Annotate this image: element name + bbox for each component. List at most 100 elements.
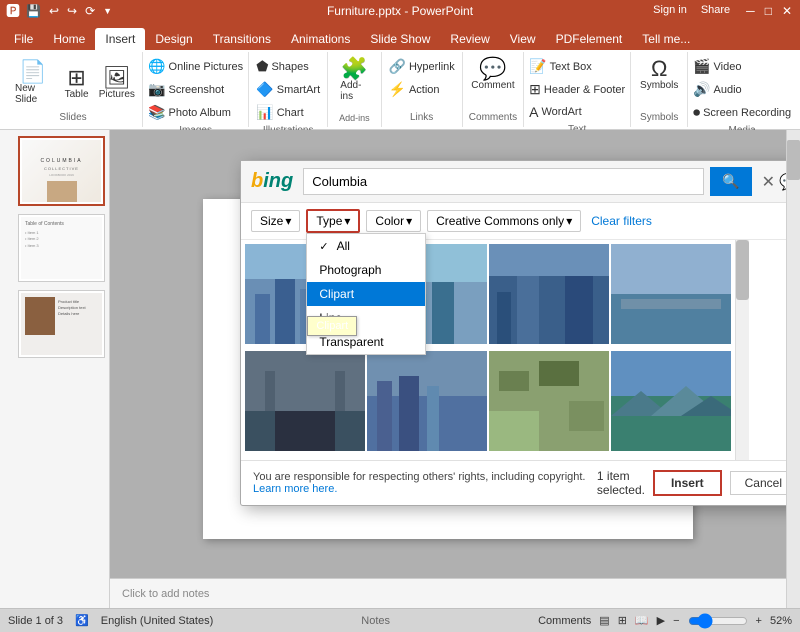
symbols-button[interactable]: Ω Symbols xyxy=(636,56,682,93)
zoom-slider[interactable] xyxy=(688,613,748,629)
text-buttons: 📝 Text Box ⊞ Header & Footer A WordArt xyxy=(525,56,629,122)
comment-button[interactable]: 💬 Comment xyxy=(467,56,518,93)
ribbon-group-media: 🎬 Video 🔊 Audio ⏺ Screen Recording Media xyxy=(688,52,796,127)
bing-image-6[interactable] xyxy=(367,351,487,451)
notes-tab[interactable]: Notes xyxy=(361,615,390,627)
type-option-clipart[interactable]: Clipart Clipart xyxy=(307,282,425,306)
addins-group-label: Add-ins xyxy=(339,111,370,123)
notes-area[interactable]: Click to add notes xyxy=(110,578,786,608)
cancel-button[interactable]: Cancel xyxy=(730,471,786,495)
color-filter-button[interactable]: Color ▾ xyxy=(366,210,421,232)
bing-chat-icon[interactable]: 💬 xyxy=(779,172,786,192)
ribbon-group-addins: 🧩 Add-ins Add-ins xyxy=(328,52,381,127)
bing-image-5[interactable] xyxy=(245,351,365,451)
ribbon-group-text: 📝 Text Box ⊞ Header & Footer A WordArt T… xyxy=(524,52,631,127)
slide-thumb-wrapper-2[interactable]: 2 Table of Contents • Item 1• Item 2• It… xyxy=(4,214,105,282)
view-slideshow-icon[interactable]: ▶ xyxy=(657,614,665,627)
pictures-button[interactable]: 🖼 Pictures xyxy=(99,65,136,102)
smartart-icon: 🔷 xyxy=(256,81,273,98)
undo-icon[interactable]: ↩ xyxy=(47,4,61,18)
app-area: 1 COLUMBIA COLLECTIVE LOOKBOOK 2019 2 xyxy=(0,130,800,608)
hyperlink-button[interactable]: 🔗 Hyperlink xyxy=(385,56,459,77)
redo-icon[interactable]: ↪ xyxy=(65,4,79,18)
images-buttons: 🌐 Online Pictures 📷 Screenshot 📚 Photo A… xyxy=(144,56,247,123)
minimize-btn[interactable]: ─ xyxy=(744,4,757,18)
comments-tab[interactable]: Comments xyxy=(538,615,591,627)
type-option-all[interactable]: All xyxy=(307,234,425,258)
cc-chevron-icon: ▾ xyxy=(566,214,572,228)
tab-tell-me[interactable]: Tell me... xyxy=(632,28,700,50)
textbox-button[interactable]: 📝 Text Box xyxy=(525,56,629,77)
learn-more-link[interactable]: Learn more here. xyxy=(253,483,337,495)
clear-filters-link[interactable]: Clear filters xyxy=(591,214,652,228)
online-pictures-button[interactable]: 🌐 Online Pictures xyxy=(144,56,247,77)
bing-search-button[interactable]: 🔍 xyxy=(710,167,751,196)
video-icon: 🎬 xyxy=(693,58,710,75)
cc-filter-button[interactable]: Creative Commons only ▾ xyxy=(427,210,581,232)
insert-button[interactable]: Insert xyxy=(653,470,722,496)
bing-image-5-content xyxy=(245,351,365,451)
addins-button[interactable]: 🧩 Add-ins xyxy=(336,56,372,104)
shapes-button[interactable]: ⬟ Shapes xyxy=(252,56,324,77)
video-button[interactable]: 🎬 Video xyxy=(689,56,795,77)
bing-scrollbar[interactable] xyxy=(735,240,749,460)
main-scrollbar[interactable] xyxy=(786,130,800,608)
view-reading-icon[interactable]: 📖 xyxy=(635,614,649,627)
tab-view[interactable]: View xyxy=(500,28,546,50)
tab-transitions[interactable]: Transitions xyxy=(203,28,281,50)
header-footer-button[interactable]: ⊞ Header & Footer xyxy=(525,79,629,100)
type-option-photograph[interactable]: Photograph xyxy=(307,258,425,282)
links-group-label: Links xyxy=(410,110,433,123)
view-normal-icon[interactable]: ▤ xyxy=(599,614,609,627)
action-icon: ⚡ xyxy=(389,81,406,98)
bing-image-3[interactable] xyxy=(489,244,609,344)
chart-button[interactable]: 📊 Chart xyxy=(252,102,324,123)
audio-button[interactable]: 🔊 Audio xyxy=(689,79,795,100)
screenshot-icon: 📷 xyxy=(148,81,165,98)
slide-thumb-wrapper-1[interactable]: 1 COLUMBIA COLLECTIVE LOOKBOOK 2019 xyxy=(4,136,105,206)
bing-image-8[interactable] xyxy=(611,351,731,451)
bing-dialog: bing 🔍 ✕ 💬 Size ▾ Type ▾ xyxy=(240,160,786,506)
size-filter-button[interactable]: Size ▾ xyxy=(251,210,300,232)
tab-file[interactable]: File xyxy=(4,28,43,50)
view-slidesorter-icon[interactable]: ⊞ xyxy=(618,614,627,627)
screen-recording-icon: ⏺ xyxy=(693,104,700,121)
bing-close-button[interactable]: ✕ xyxy=(762,172,775,192)
type-filter-button[interactable]: Type ▾ xyxy=(306,209,360,233)
photo-album-button[interactable]: 📚 Photo Album xyxy=(144,102,247,123)
sign-in-label[interactable]: Sign in xyxy=(653,4,687,18)
slide-thumb-3[interactable]: Product titleDescription textDetails her… xyxy=(18,290,105,358)
zoom-out-btn[interactable]: − xyxy=(673,615,679,627)
tab-insert[interactable]: Insert xyxy=(95,28,145,50)
slide-thumb-wrapper-3[interactable]: 3 Product titleDescription textDetails h… xyxy=(4,290,105,358)
tab-pdfelement[interactable]: PDFelement xyxy=(546,28,633,50)
replay-icon[interactable]: ⟳ xyxy=(83,4,97,18)
screenshot-button[interactable]: 📷 Screenshot xyxy=(144,79,247,100)
close-btn[interactable]: ✕ xyxy=(780,4,794,18)
table-button[interactable]: ⊞ Table xyxy=(59,65,95,102)
tab-animations[interactable]: Animations xyxy=(281,28,360,50)
tab-slideshow[interactable]: Slide Show xyxy=(360,28,440,50)
screen-recording-button[interactable]: ⏺ Screen Recording xyxy=(689,102,795,123)
new-slide-button[interactable]: 📄 New Slide xyxy=(11,59,55,107)
restore-btn[interactable]: □ xyxy=(763,4,774,18)
window-title: Furniture.pptx - PowerPoint xyxy=(327,4,473,18)
tab-design[interactable]: Design xyxy=(145,28,202,50)
slide-thumb-1[interactable]: COLUMBIA COLLECTIVE LOOKBOOK 2019 xyxy=(18,136,105,206)
bing-image-4[interactable] xyxy=(611,244,731,344)
bing-search-input[interactable] xyxy=(303,168,704,195)
zoom-in-btn[interactable]: + xyxy=(756,615,762,627)
links-buttons: 🔗 Hyperlink ⚡ Action xyxy=(385,56,459,100)
smartart-button[interactable]: 🔷 SmartArt xyxy=(252,79,324,100)
wordart-button[interactable]: A WordArt xyxy=(525,102,629,122)
tab-review[interactable]: Review xyxy=(440,28,499,50)
action-button[interactable]: ⚡ Action xyxy=(385,79,459,100)
dropdown-icon[interactable]: ▼ xyxy=(101,6,114,16)
tab-home[interactable]: Home xyxy=(43,28,95,50)
share-btn[interactable]: Share xyxy=(701,4,730,18)
bing-scrollbar-thumb[interactable] xyxy=(736,240,749,300)
bing-image-7[interactable] xyxy=(489,351,609,451)
slide-thumb-2[interactable]: Table of Contents • Item 1• Item 2• Item… xyxy=(18,214,105,282)
main-scrollbar-thumb[interactable] xyxy=(787,140,800,180)
save-icon[interactable]: 💾 xyxy=(24,4,43,18)
